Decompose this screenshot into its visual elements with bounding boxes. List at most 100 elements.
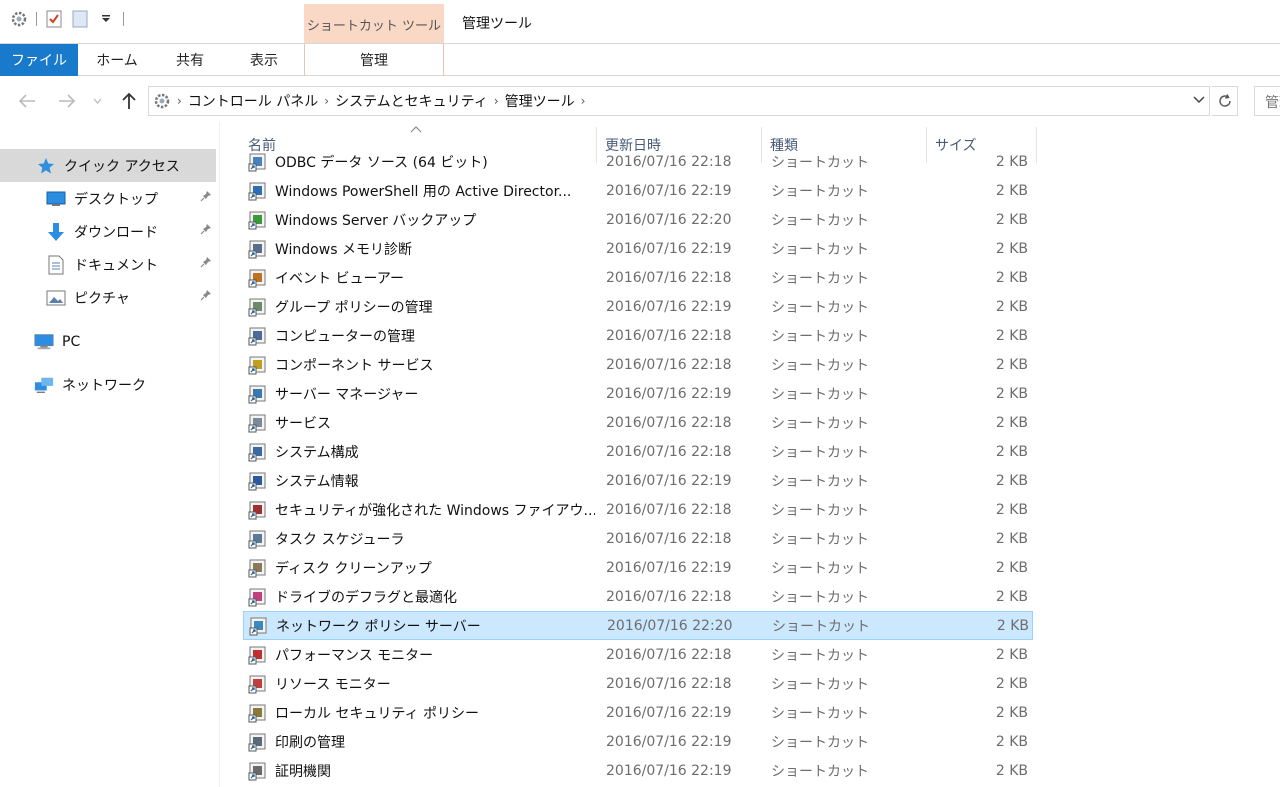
breadcrumb-control-panel[interactable]: コントロール パネル	[188, 91, 318, 111]
nav-item-desktop[interactable]: デスクトップ	[0, 182, 216, 215]
file-size: 2 KB	[995, 182, 1028, 199]
breadcrumb-chevron-icon[interactable]: ›	[324, 94, 329, 108]
tab-home[interactable]: ホーム	[78, 44, 156, 76]
customize-qat-dropdown-icon[interactable]	[97, 10, 115, 28]
file-size: 2 KB	[996, 617, 1029, 634]
file-type: ショートカット	[771, 763, 869, 780]
file-date: 2016/07/16 22:18	[606, 530, 732, 547]
properties-icon[interactable]	[45, 10, 63, 28]
table-row[interactable]: ローカル セキュリティ ポリシー 2016/07/16 22:19 ショートカット 2…	[243, 698, 1033, 727]
file-type: ショートカット	[771, 531, 869, 548]
tab-file[interactable]: ファイル	[0, 44, 78, 76]
table-row[interactable]: Windows メモリ診断 2016/07/16 22:19 ショートカット 2 KB	[243, 234, 1033, 263]
tab-view[interactable]: 表示	[226, 44, 302, 76]
file-date: 2016/07/16 22:20	[607, 617, 733, 634]
file-date: 2016/07/16 22:18	[606, 269, 732, 286]
table-row[interactable]: ネットワーク ポリシー サーバー 2016/07/16 22:20 ショートカット 2…	[243, 611, 1033, 640]
table-row[interactable]: コンポーネント サービス 2016/07/16 22:18 ショートカット 2 KB	[243, 350, 1033, 379]
breadcrumb-chevron-icon[interactable]: ›	[177, 94, 182, 108]
table-row[interactable]: Windows Server バックアップ 2016/07/16 22:20 ショー…	[243, 205, 1033, 234]
table-row[interactable]: システム構成 2016/07/16 22:18 ショートカット 2 KB	[243, 437, 1033, 466]
nav-quick-access-label: クイック アクセス	[64, 158, 180, 175]
file-name: コンピューターの管理	[275, 328, 415, 345]
file-name: セキュリティが強化された Windows ファイアウ...	[275, 502, 595, 519]
nav-item-network[interactable]: ネットワーク	[0, 368, 216, 401]
file-name: システム情報	[275, 473, 359, 490]
table-row[interactable]: 証明機関 2016/07/16 22:19 ショートカット 2 KB	[243, 756, 1033, 785]
nav-item-pc[interactable]: PC	[0, 325, 216, 358]
file-date: 2016/07/16 22:19	[606, 182, 732, 199]
shortcut-icon	[247, 412, 269, 434]
pin-icon[interactable]	[200, 190, 212, 205]
file-name: 証明機関	[275, 763, 331, 780]
breadcrumb-admin-tools[interactable]: 管理ツール	[505, 91, 575, 111]
file-size: 2 KB	[995, 211, 1028, 228]
tab-share[interactable]: 共有	[152, 44, 228, 76]
refresh-button[interactable]	[1212, 86, 1238, 116]
file-type: ショートカット	[771, 299, 869, 316]
nav-item-label: PC	[62, 333, 81, 350]
file-list-pane: 名前 更新日時 種類 サイズ ODBC データ ソース (64 ビット) 2016…	[240, 122, 1280, 787]
table-row[interactable]: システム情報 2016/07/16 22:19 ショートカット 2 KB	[243, 466, 1033, 495]
file-date: 2016/07/16 22:18	[606, 501, 732, 518]
settings-icon[interactable]	[10, 10, 28, 28]
table-row[interactable]: グループ ポリシーの管理 2016/07/16 22:19 ショートカット 2 KB	[243, 292, 1033, 321]
pin-icon[interactable]	[200, 223, 212, 238]
breadcrumb-system-security[interactable]: システムとセキュリティ	[335, 91, 488, 111]
nav-item-label: ピクチャ	[74, 290, 130, 307]
table-row[interactable]: リソース モニター 2016/07/16 22:18 ショートカット 2 KB	[243, 669, 1033, 698]
tab-manage[interactable]: 管理	[304, 44, 444, 76]
pin-icon[interactable]	[200, 289, 212, 304]
file-date: 2016/07/16 22:19	[606, 298, 732, 315]
file-type: ショートカット	[771, 473, 869, 490]
file-date: 2016/07/16 22:18	[606, 588, 732, 605]
table-row[interactable]: イベント ビューアー 2016/07/16 22:18 ショートカット 2 KB	[243, 263, 1033, 292]
table-row[interactable]: パフォーマンス モニター 2016/07/16 22:18 ショートカット 2 KB	[243, 640, 1033, 669]
file-size: 2 KB	[995, 733, 1028, 750]
breadcrumb-chevron-icon[interactable]: ›	[494, 94, 499, 108]
table-row[interactable]: サービス 2016/07/16 22:18 ショートカット 2 KB	[243, 408, 1033, 437]
pictures-icon	[46, 288, 66, 308]
quick-access-toolbar	[10, 10, 124, 28]
file-name: サービス	[275, 415, 331, 432]
file-name: イベント ビューアー	[275, 270, 405, 287]
nav-quick-access[interactable]: クイック アクセス	[0, 149, 216, 182]
pin-icon[interactable]	[200, 256, 212, 271]
search-input[interactable]: 管理ツールの検索	[1254, 86, 1280, 116]
file-date: 2016/07/16 22:18	[606, 153, 732, 170]
file-type: ショートカット	[771, 415, 869, 432]
navigation-pane: クイック アクセス デスクトップ ダウンロード ドキュメント ピクチャ PC ネ…	[0, 122, 220, 787]
recent-locations-dropdown-icon[interactable]	[90, 90, 104, 112]
back-button[interactable]	[16, 90, 38, 112]
qat-separator	[36, 12, 37, 26]
address-dropdown-icon[interactable]	[1193, 93, 1205, 107]
table-row[interactable]: ディスク クリーンアップ 2016/07/16 22:19 ショートカット 2 KB	[243, 553, 1033, 582]
file-size: 2 KB	[995, 298, 1028, 315]
file-size: 2 KB	[995, 153, 1028, 170]
table-row[interactable]: 印刷の管理 2016/07/16 22:19 ショートカット 2 KB	[243, 727, 1033, 756]
forward-button[interactable]	[56, 90, 78, 112]
nav-item-pictures[interactable]: ピクチャ	[0, 281, 216, 314]
table-row[interactable]: Windows PowerShell 用の Active Director...…	[243, 176, 1033, 205]
nav-item-documents[interactable]: ドキュメント	[0, 248, 216, 281]
table-row[interactable]: セキュリティが強化された Windows ファイアウ... 2016/07/16 …	[243, 495, 1033, 524]
file-size: 2 KB	[995, 269, 1028, 286]
file-size: 2 KB	[995, 327, 1028, 344]
nav-item-downloads[interactable]: ダウンロード	[0, 215, 216, 248]
file-date: 2016/07/16 22:19	[606, 472, 732, 489]
file-type: ショートカット	[771, 734, 869, 751]
table-row[interactable]: タスク スケジューラ 2016/07/16 22:18 ショートカット 2 KB	[243, 524, 1033, 553]
breadcrumb-chevron-icon[interactable]: ›	[581, 94, 586, 108]
file-name: ローカル セキュリティ ポリシー	[275, 705, 480, 722]
new-folder-icon[interactable]	[71, 10, 89, 28]
table-row[interactable]: コンピューターの管理 2016/07/16 22:18 ショートカット 2 KB	[243, 321, 1033, 350]
up-button[interactable]	[118, 90, 140, 112]
table-row[interactable]: ドライブのデフラグと最適化 2016/07/16 22:18 ショートカット 2 KB	[243, 582, 1033, 611]
nav-item-label: ネットワーク	[62, 377, 146, 394]
table-row[interactable]: サーバー マネージャー 2016/07/16 22:19 ショートカット 2 KB	[243, 379, 1033, 408]
file-size: 2 KB	[995, 501, 1028, 518]
address-row: › コントロール パネル › システムとセキュリティ › 管理ツール › 管理ツ…	[0, 80, 1280, 122]
shortcut-icon	[247, 731, 269, 753]
address-bar[interactable]: › コントロール パネル › システムとセキュリティ › 管理ツール ›	[148, 86, 1210, 116]
table-row[interactable]: ODBC データ ソース (64 ビット) 2016/07/16 22:18 ショー…	[243, 147, 1033, 176]
